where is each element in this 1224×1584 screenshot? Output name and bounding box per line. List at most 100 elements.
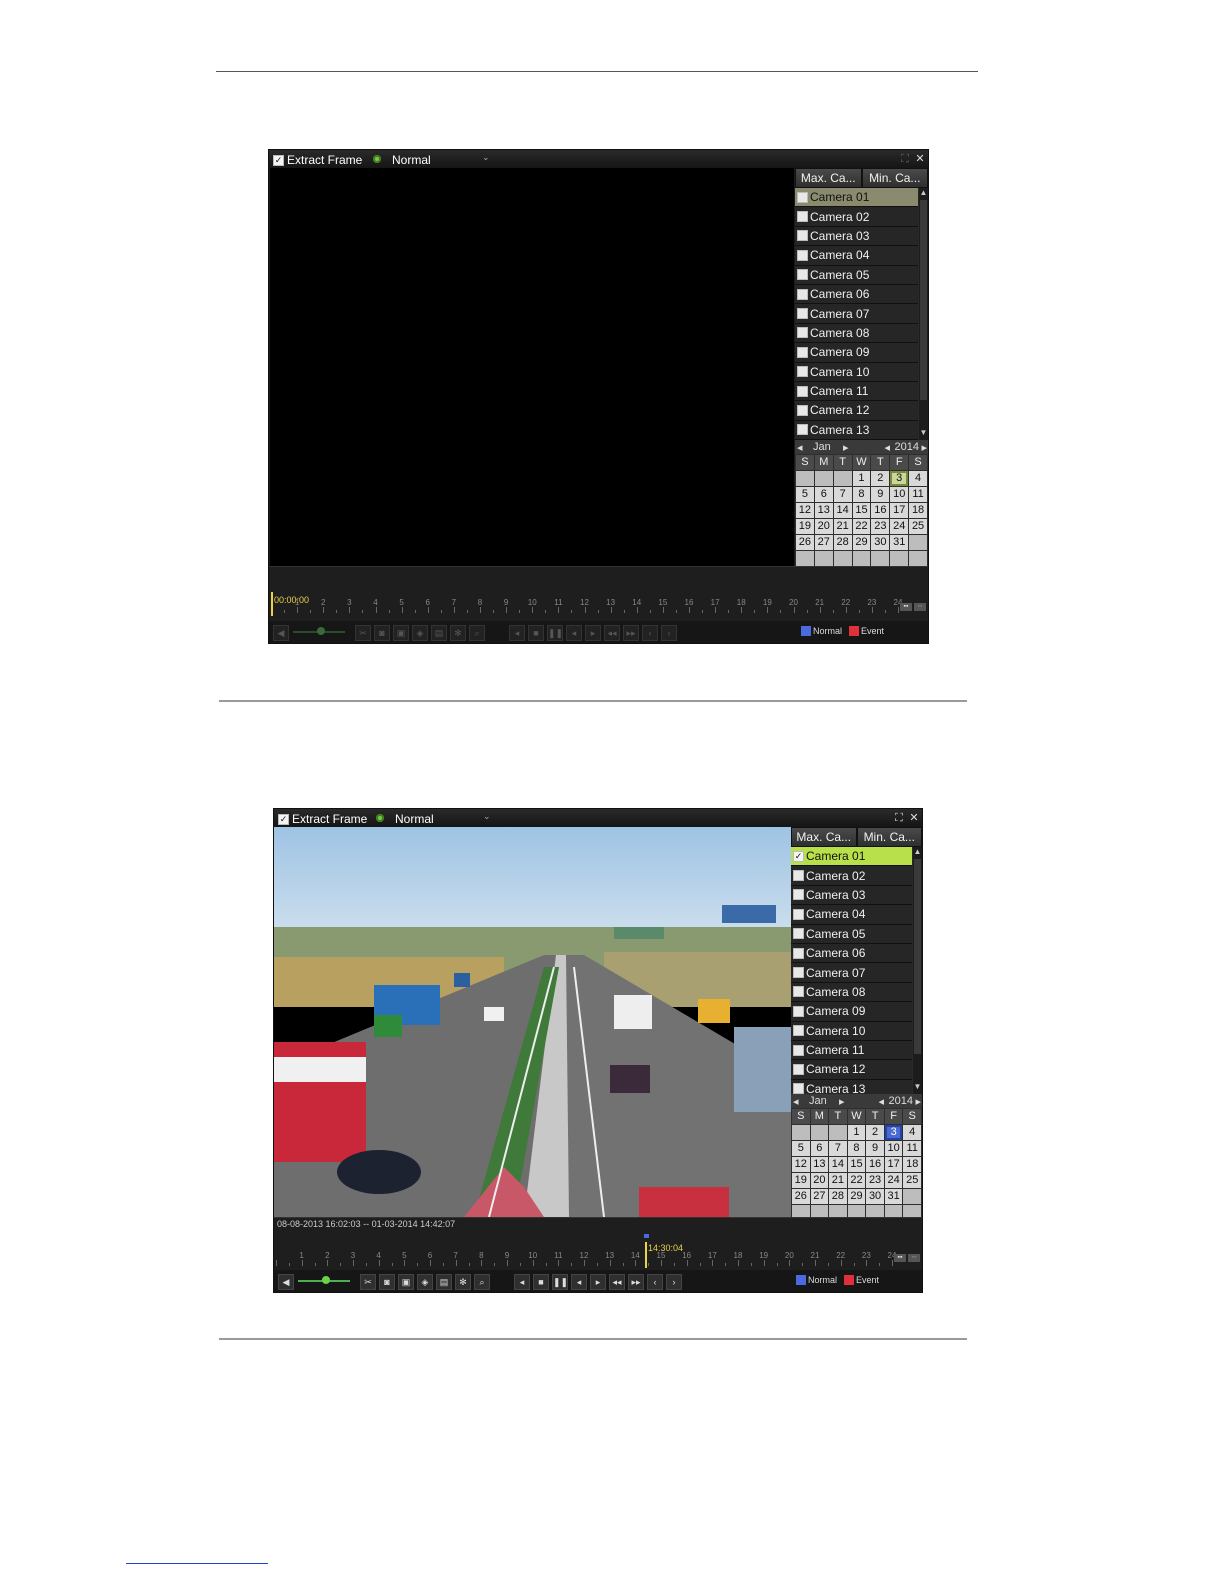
camera-list-item[interactable]: Camera 08 xyxy=(795,323,918,344)
calendar-day[interactable]: 13 xyxy=(810,1157,829,1172)
calendar-day[interactable]: 15 xyxy=(847,1157,866,1172)
checkbox-icon[interactable] xyxy=(797,424,808,436)
camera-list-item[interactable]: Camera 04 xyxy=(791,905,912,925)
step-back-icon[interactable]: ◂ xyxy=(571,1274,587,1290)
speaker-icon[interactable]: ◀ xyxy=(273,625,289,641)
step-forward-icon[interactable]: ▸ xyxy=(585,625,601,641)
camera-list-item[interactable]: Camera 06 xyxy=(795,284,918,305)
calendar-day[interactable]: 11 xyxy=(909,487,927,502)
zoom-in-icon[interactable]: ▪▪ xyxy=(894,1254,906,1262)
camera-list-item[interactable]: Camera 03 xyxy=(795,226,918,247)
calendar-day[interactable]: 6 xyxy=(810,1141,829,1156)
calendar-day[interactable]: 17 xyxy=(890,503,909,518)
prev-icon[interactable]: ◂ xyxy=(509,625,525,641)
folder-icon[interactable]: ▤ xyxy=(436,1274,452,1290)
camera-list-item[interactable]: Camera 05 xyxy=(791,924,912,944)
camera-list-item[interactable]: Camera 07 xyxy=(795,304,918,324)
rewind-icon[interactable]: ◂◂ xyxy=(609,1274,625,1290)
scissors-icon[interactable]: ✂ xyxy=(355,625,371,641)
gear-icon[interactable]: ✻ xyxy=(455,1274,471,1290)
calendar-day[interactable]: 20 xyxy=(810,1173,829,1188)
calendar-day[interactable]: 21 xyxy=(833,519,852,534)
zoom-out-icon[interactable]: ▪▪ xyxy=(908,1254,920,1262)
checkbox-icon[interactable] xyxy=(797,327,808,339)
calendar-day[interactable]: 9 xyxy=(866,1141,884,1156)
tag-icon[interactable]: ◈ xyxy=(412,625,428,641)
prev-year-icon[interactable]: ◂ xyxy=(878,1095,884,1108)
calendar-day[interactable]: 4 xyxy=(909,471,927,486)
fast-forward-icon[interactable]: ▸▸ xyxy=(623,625,639,641)
next-month-icon[interactable]: ▸ xyxy=(843,441,849,454)
calendar-day[interactable]: 10 xyxy=(890,487,909,502)
camera-list-item[interactable]: Camera 07 xyxy=(791,963,912,983)
zoom-icon[interactable]: ⌕ xyxy=(469,625,485,641)
chevron-down-icon[interactable]: ⌄ xyxy=(483,811,491,822)
calendar-day[interactable]: 24 xyxy=(884,1173,903,1188)
camera-list-item[interactable]: Camera 06 xyxy=(791,943,912,964)
checkbox-icon[interactable] xyxy=(793,1083,804,1095)
calendar-day[interactable]: 7 xyxy=(833,487,852,502)
calendar-day[interactable]: 11 xyxy=(903,1141,921,1156)
camera-list-item[interactable]: Camera 11 xyxy=(791,1040,912,1061)
camera-list-scrollbar[interactable]: ▲ ▼ xyxy=(919,188,928,440)
max-camera-tab[interactable]: Max. Ca... xyxy=(795,168,862,188)
calendar-day[interactable]: 18 xyxy=(909,503,927,518)
camera-list-item[interactable]: Camera 09 xyxy=(795,343,918,363)
camera-list-item[interactable]: Camera 12 xyxy=(791,1060,912,1080)
mode-indicator-icon[interactable] xyxy=(376,814,384,822)
calendar-day[interactable]: 12 xyxy=(792,1157,810,1172)
next-day-icon[interactable]: › xyxy=(661,625,677,641)
timeline-cursor[interactable] xyxy=(645,1242,647,1268)
fullscreen-icon[interactable]: ⛶ xyxy=(893,812,905,824)
scroll-up-icon[interactable]: ▲ xyxy=(913,847,922,856)
calendar-day[interactable]: 5 xyxy=(796,487,814,502)
volume-knob[interactable] xyxy=(317,627,325,635)
timeline[interactable]: 08-08-2013 16:02:03 -- 01-03-2014 14:42:… xyxy=(274,1217,922,1271)
checkbox-icon[interactable] xyxy=(793,1044,804,1056)
calendar-day[interactable]: 19 xyxy=(796,519,814,534)
calendar-day[interactable]: 2 xyxy=(866,1125,884,1140)
checkbox-icon[interactable] xyxy=(793,928,804,940)
mode-select[interactable]: Normal xyxy=(395,812,434,826)
camera-list-item[interactable]: Camera 02 xyxy=(791,866,912,886)
step-back-icon[interactable]: ◂ xyxy=(566,625,582,641)
video-area[interactable] xyxy=(270,168,794,566)
camera-list-item[interactable]: Camera 02 xyxy=(795,207,918,227)
scroll-up-icon[interactable]: ▲ xyxy=(919,188,928,197)
camera-list-item[interactable]: Camera 04 xyxy=(795,246,918,266)
prev-icon[interactable]: ◂ xyxy=(514,1274,530,1290)
tag-icon[interactable]: ◈ xyxy=(417,1274,433,1290)
extract-frame-toggle[interactable]: ✓ Extract Frame xyxy=(278,812,367,826)
checkbox-icon[interactable] xyxy=(793,986,804,998)
calendar-day[interactable]: 23 xyxy=(866,1173,884,1188)
calendar-day[interactable]: 7 xyxy=(829,1141,847,1156)
calendar-day[interactable]: 10 xyxy=(884,1141,903,1156)
checkbox-icon[interactable] xyxy=(797,346,808,358)
checkbox-icon[interactable] xyxy=(797,211,808,223)
checkbox-icon[interactable] xyxy=(793,947,804,959)
rewind-icon[interactable]: ◂◂ xyxy=(604,625,620,641)
camera-list-item[interactable]: Camera 09 xyxy=(791,1002,912,1022)
calendar-day[interactable]: 29 xyxy=(852,535,871,550)
checkbox-icon[interactable] xyxy=(797,385,808,397)
camera-list-item[interactable]: Camera 05 xyxy=(795,265,918,285)
calendar-day[interactable]: 22 xyxy=(847,1173,866,1188)
checkbox-icon[interactable] xyxy=(797,366,808,378)
camera-list-item[interactable]: Camera 08 xyxy=(791,982,912,1003)
speaker-icon[interactable]: ◀ xyxy=(278,1274,294,1290)
checkbox-icon[interactable] xyxy=(793,870,804,882)
calendar-day[interactable]: 16 xyxy=(866,1157,884,1172)
calendar-day[interactable]: 17 xyxy=(884,1157,903,1172)
calendar-day[interactable]: 16 xyxy=(871,503,890,518)
camera-list-item[interactable]: Camera 01 xyxy=(795,188,918,208)
calendar-day[interactable]: 27 xyxy=(810,1189,829,1204)
calendar-day[interactable]: 23 xyxy=(871,519,890,534)
calendar-day[interactable]: 22 xyxy=(852,519,871,534)
calendar-day[interactable]: 15 xyxy=(852,503,871,518)
pause-icon[interactable]: ❚❚ xyxy=(547,625,563,641)
scissors-icon[interactable]: ✂ xyxy=(360,1274,376,1290)
lock-icon[interactable]: ▣ xyxy=(398,1274,414,1290)
next-year-icon[interactable]: ▸ xyxy=(915,1095,921,1108)
calendar-day[interactable]: 28 xyxy=(833,535,852,550)
calendar-day[interactable]: 29 xyxy=(847,1189,866,1204)
